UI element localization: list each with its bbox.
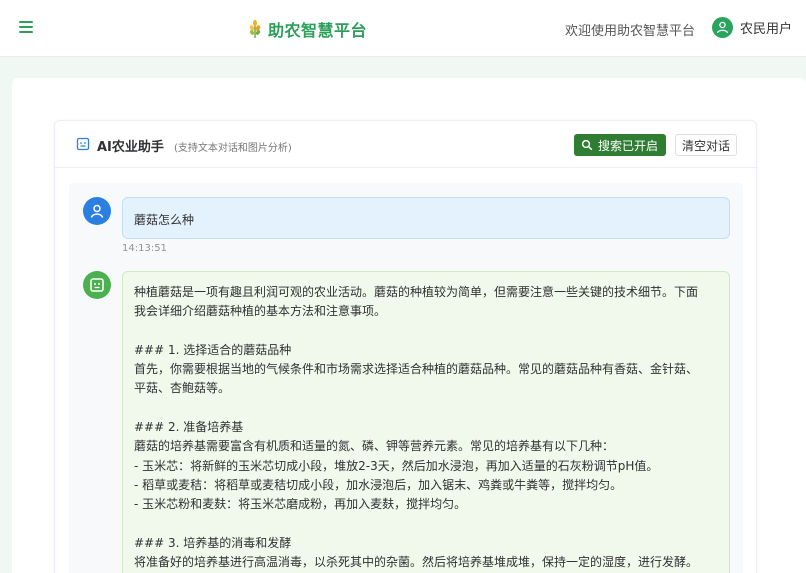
bot-line: - 玉米芯粉和麦麸：将玉米芯磨成粉，再加入麦麸，搅拌均匀。: [134, 497, 467, 512]
bot-line: 首先，你需要根据当地的气候条件和市场需求选择适合种植的蘑菇品种。常见的蘑菇品种有…: [134, 362, 699, 377]
bot-line: 平菇、杏鲍菇等。: [134, 381, 231, 396]
bot-line: ### 2. 准备培养基: [134, 420, 244, 435]
brand-title: 助农智慧平台: [268, 21, 368, 40]
bot-line: - 玉米芯：将新鲜的玉米芯切成小段，堆放2-3天，然后加水浸泡，再加入适量的石灰…: [134, 458, 659, 473]
user-message-bubble: 蘑菇怎么种: [122, 197, 730, 239]
chat-header: AI农业助手 (支持文本对话和图片分析) 搜索已开启 清空对话: [55, 121, 756, 168]
user-message-avatar-icon: [83, 197, 111, 225]
bot-line: 种植蘑菇是一项有趣且利润可观的农业活动。蘑菇的种植较为简单，但需要注意一些关键的…: [134, 285, 699, 299]
search-icon: [581, 139, 593, 151]
user-name: 农民用户: [740, 22, 793, 37]
wheat-icon: [249, 19, 261, 38]
bot-message-bubble: 种植蘑菇是一项有趣且利润可观的农业活动。蘑菇的种植较为简单，但需要注意一些关键的…: [122, 271, 730, 573]
brand[interactable]: 助农智慧平台: [247, 17, 367, 41]
welcome-text: 欢迎使用助农智慧平台: [565, 24, 696, 39]
user-avatar-icon: [712, 17, 733, 38]
message-timestamp: 14:13:51: [122, 243, 167, 254]
bot-line: 我会详细介绍蘑菇种植的基本方法和注意事项。: [134, 304, 387, 319]
chat-panel: AI农业助手 (支持文本对话和图片分析) 搜索已开启 清空对话 蘑菇怎么种 14…: [54, 120, 757, 573]
clear-chat-button[interactable]: 清空对话: [675, 134, 738, 156]
search-button-label: 搜索已开启: [598, 138, 659, 153]
message-list[interactable]: 蘑菇怎么种 14:13:51 种植蘑菇是一项有趣且利润可观的农业活动。蘑菇的种植…: [69, 183, 743, 573]
top-navbar: 助农智慧平台 欢迎使用助农智慧平台 农民用户: [0, 0, 806, 57]
bot-line: - 稻草或麦秸：将稻草或麦秸切成小段，加水浸泡后，加入锯末、鸡粪或牛粪等，搅拌均…: [134, 477, 623, 492]
bot-line: ### 1. 选择适合的蘑菇品种: [134, 342, 292, 357]
chat-title: AI农业助手: [97, 140, 164, 155]
hamburger-menu-icon[interactable]: [17, 19, 35, 37]
bot-line: ### 3. 培养基的消毒和发酵: [134, 535, 292, 550]
bot-line: 蘑菇的培养基需要富含有机质和适量的氮、磷、钾等营养元素。常见的培养基有以下几种：: [134, 439, 615, 454]
bot-message-avatar-icon: [83, 271, 111, 299]
search-toggle-button[interactable]: 搜索已开启: [574, 134, 667, 156]
chat-subtitle: (支持文本对话和图片分析): [174, 143, 292, 154]
robot-icon: [76, 137, 90, 151]
user-menu[interactable]: 农民用户: [712, 17, 792, 38]
bot-line: 将准备好的培养基进行高温消毒，以杀死其中的杂菌。然后将培养基堆成堆，保持一定的湿…: [134, 555, 699, 570]
